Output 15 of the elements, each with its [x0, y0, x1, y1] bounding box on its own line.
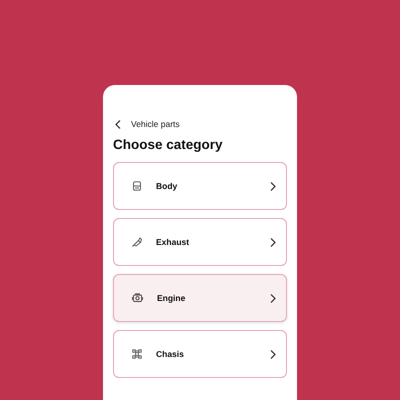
chevron-icon	[270, 294, 276, 302]
chevron-icon	[270, 350, 276, 358]
chevron-icon	[270, 238, 276, 246]
back-icon	[115, 120, 121, 128]
back-label: Vehicle parts	[131, 119, 180, 129]
engine-icon	[132, 293, 143, 303]
category-item[interactable]: Engine	[113, 274, 287, 322]
category-item[interactable]: Body	[113, 162, 287, 210]
chassis-icon	[132, 349, 142, 359]
category-item[interactable]: Chasis	[113, 330, 287, 378]
chevron-icon	[270, 182, 276, 190]
seat-icon	[132, 181, 142, 191]
page-title: Choose category	[113, 137, 224, 152]
back-link[interactable]: Vehicle parts	[113, 119, 180, 129]
category-item[interactable]: Exhaust	[113, 218, 287, 266]
